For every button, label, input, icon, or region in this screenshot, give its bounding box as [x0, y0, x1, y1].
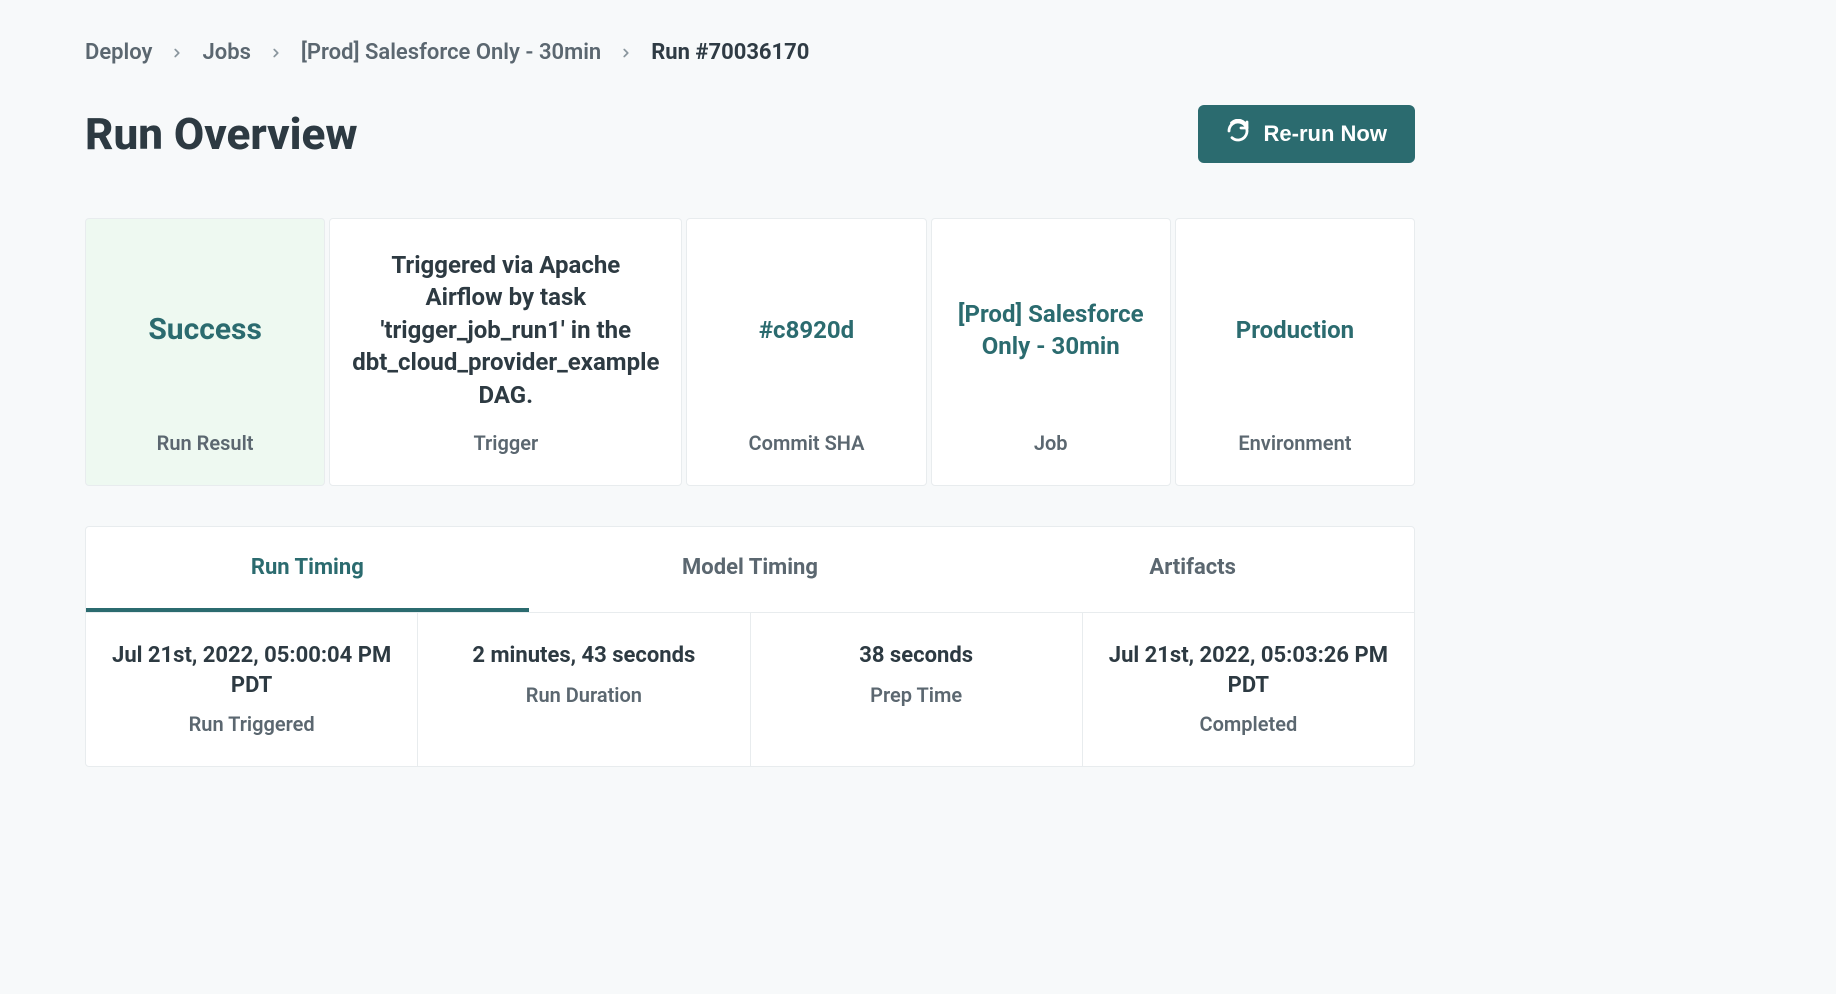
page-header: Run Overview Re-run Now	[85, 105, 1415, 163]
breadcrumb-job-name[interactable]: [Prod] Salesforce Only - 30min	[301, 40, 601, 65]
timing-panel: Run Timing Model Timing Artifacts Jul 21…	[85, 526, 1415, 767]
prep-time-value: 38 seconds	[771, 641, 1062, 671]
timing-cell-triggered: Jul 21st, 2022, 05:00:04 PM PDT Run Trig…	[86, 613, 418, 766]
trigger-label: Trigger	[473, 431, 538, 455]
job-label: Job	[1034, 431, 1068, 455]
completed-label: Completed	[1103, 712, 1394, 736]
run-triggered-value: Jul 21st, 2022, 05:00:04 PM PDT	[106, 641, 397, 700]
run-duration-value: 2 minutes, 43 seconds	[438, 641, 729, 671]
commit-sha-link[interactable]: #c8920d	[759, 249, 854, 411]
tab-artifacts[interactable]: Artifacts	[971, 527, 1414, 612]
run-timing-grid: Jul 21st, 2022, 05:00:04 PM PDT Run Trig…	[86, 613, 1414, 766]
breadcrumb-current: Run #70036170	[651, 40, 809, 65]
summary-cards: Success Run Result Triggered via Apache …	[85, 218, 1415, 486]
tab-model-timing[interactable]: Model Timing	[529, 527, 972, 612]
run-result-value: Success	[148, 249, 262, 411]
job-link[interactable]: [Prod] Salesforce Only - 30min	[954, 249, 1148, 411]
completed-value: Jul 21st, 2022, 05:03:26 PM PDT	[1103, 641, 1394, 700]
card-environment: Production Environment	[1175, 218, 1415, 486]
breadcrumb-jobs[interactable]: Jobs	[202, 40, 250, 65]
rerun-button[interactable]: Re-run Now	[1198, 105, 1415, 163]
breadcrumb-deploy[interactable]: Deploy	[85, 40, 152, 65]
card-commit-sha: #c8920d Commit SHA	[686, 218, 926, 486]
environment-link[interactable]: Production	[1236, 249, 1354, 411]
timing-cell-duration: 2 minutes, 43 seconds Run Duration	[418, 613, 750, 766]
chevron-right-icon	[269, 46, 283, 60]
tabs: Run Timing Model Timing Artifacts	[86, 527, 1414, 613]
timing-cell-completed: Jul 21st, 2022, 05:03:26 PM PDT Complete…	[1083, 613, 1414, 766]
commit-sha-label: Commit SHA	[749, 431, 865, 455]
run-triggered-label: Run Triggered	[106, 712, 397, 736]
tab-run-timing[interactable]: Run Timing	[86, 527, 529, 612]
environment-label: Environment	[1238, 431, 1351, 455]
trigger-value: Triggered via Apache Airflow by task 'tr…	[352, 249, 659, 411]
rerun-button-label: Re-run Now	[1264, 121, 1387, 147]
card-job: [Prod] Salesforce Only - 30min Job	[931, 218, 1171, 486]
chevron-right-icon	[170, 46, 184, 60]
run-duration-label: Run Duration	[438, 683, 729, 707]
prep-time-label: Prep Time	[771, 683, 1062, 707]
refresh-icon	[1226, 119, 1250, 149]
breadcrumb: Deploy Jobs [Prod] Salesforce Only - 30m…	[85, 40, 1415, 65]
run-result-label: Run Result	[157, 431, 254, 455]
page-title: Run Overview	[85, 108, 358, 160]
card-run-result: Success Run Result	[85, 218, 325, 486]
card-trigger: Triggered via Apache Airflow by task 'tr…	[329, 218, 682, 486]
chevron-right-icon	[619, 46, 633, 60]
timing-cell-prep: 38 seconds Prep Time	[751, 613, 1083, 766]
